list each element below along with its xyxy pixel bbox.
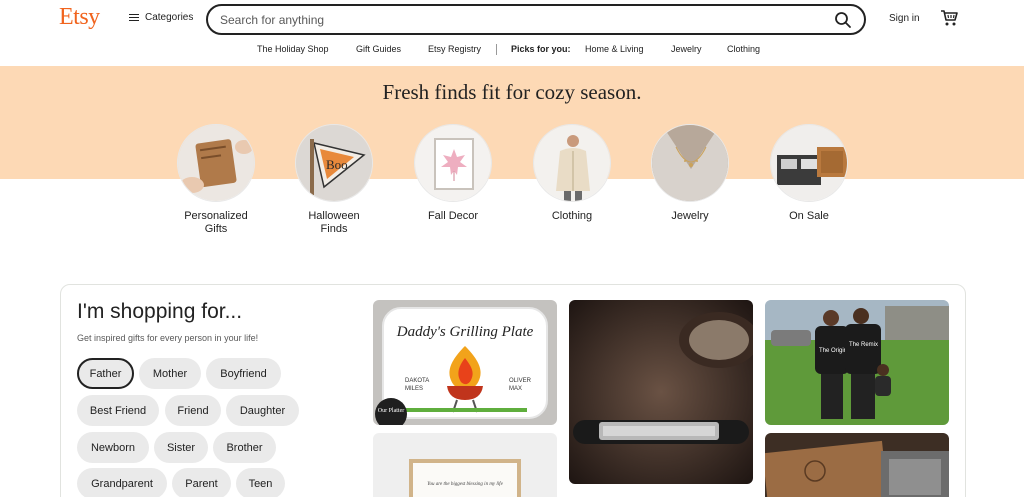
category-image xyxy=(177,124,255,202)
category-fall-decor[interactable]: Fall Decor xyxy=(398,124,508,223)
badge-text: Our Platter xyxy=(378,408,405,414)
chip-daughter[interactable]: Daughter xyxy=(226,395,299,426)
frame-text: You are the biggest blessing in my life xyxy=(427,482,503,487)
nav-etsy-registry[interactable]: Etsy Registry xyxy=(428,44,481,54)
shopping-subtitle: Get inspired gifts for every person in y… xyxy=(77,333,259,343)
top-nav: The Holiday Shop Gift Guides Etsy Regist… xyxy=(0,44,1024,58)
nav-gift-guides[interactable]: Gift Guides xyxy=(356,44,401,54)
banner-title: Fresh finds fit for cozy season. xyxy=(382,80,642,104)
nav-holiday-shop[interactable]: The Holiday Shop xyxy=(257,44,329,54)
name-left-2: MILES xyxy=(405,386,423,392)
category-label: Clothing xyxy=(551,210,593,222)
svg-text:Boo: Boo xyxy=(326,157,348,172)
sign-in-link[interactable]: Sign in xyxy=(889,13,920,24)
nav-clothing[interactable]: Clothing xyxy=(727,44,760,54)
chip-grandparent[interactable]: Grandparent xyxy=(77,468,167,497)
name-left-1: DAKOTA xyxy=(405,378,429,384)
chip-best-friend[interactable]: Best Friend xyxy=(77,395,159,426)
category-image xyxy=(533,124,611,202)
product-matching-shirts[interactable]: The Original The Remix xyxy=(765,300,949,425)
grilling-plate-title: Daddy's Grilling Plate xyxy=(396,324,534,340)
categories-label: Categories xyxy=(145,12,194,23)
hamburger-icon xyxy=(129,13,139,22)
site-header: Etsy Categories Sign in xyxy=(0,0,1024,38)
category-image xyxy=(651,124,729,202)
product-wooden-box[interactable] xyxy=(765,433,949,497)
nav-jewelry[interactable]: Jewelry xyxy=(671,44,702,54)
etsy-logo[interactable]: Etsy xyxy=(59,4,100,31)
product-framed-print[interactable]: You are the biggest blessing in my life xyxy=(373,433,557,497)
chip-sister[interactable]: Sister xyxy=(154,432,208,463)
category-label: On Sale xyxy=(789,210,829,222)
cart-icon[interactable] xyxy=(940,9,958,27)
category-personalized-gifts[interactable]: Personalized Gifts xyxy=(161,124,271,236)
chip-father[interactable]: Father xyxy=(77,358,134,389)
search-icon[interactable] xyxy=(834,11,852,29)
search-input[interactable] xyxy=(220,11,820,29)
shirt-right-text: The Remix xyxy=(849,342,878,348)
chip-teen[interactable]: Teen xyxy=(236,468,285,497)
category-label: Personalized Gifts xyxy=(184,210,248,235)
product-grilling-plate[interactable]: Daddy's Grilling Plate DAKOTA MILES OLIV… xyxy=(373,300,557,425)
chip-mother[interactable]: Mother xyxy=(139,358,201,389)
category-image xyxy=(414,124,492,202)
chip-boyfriend[interactable]: Boyfriend xyxy=(206,358,281,389)
category-image: Boo xyxy=(295,124,373,202)
category-jewelry[interactable]: Jewelry xyxy=(635,124,745,223)
category-label: Fall Decor xyxy=(427,210,479,222)
product-leather-bracelet[interactable] xyxy=(569,300,753,484)
chip-parent[interactable]: Parent xyxy=(172,468,231,497)
chip-newborn[interactable]: Newborn xyxy=(77,432,149,463)
nav-divider xyxy=(496,44,497,55)
name-right-2: MAX xyxy=(509,386,522,392)
category-halloween-finds[interactable]: Boo Halloween Finds xyxy=(279,124,389,236)
nav-home-living[interactable]: Home & Living xyxy=(585,44,644,54)
name-right-1: OLIVER xyxy=(509,378,532,384)
category-label: Halloween Finds xyxy=(308,210,360,235)
category-image xyxy=(770,124,848,202)
category-label: Jewelry xyxy=(671,210,709,222)
search-bar xyxy=(206,4,866,35)
categories-button[interactable]: Categories xyxy=(129,12,193,23)
category-on-sale[interactable]: On Sale xyxy=(754,124,864,223)
chip-brother[interactable]: Brother xyxy=(213,432,276,463)
shopping-title: I'm shopping for... xyxy=(77,300,243,323)
chip-friend[interactable]: Friend xyxy=(165,395,221,426)
category-clothing[interactable]: Clothing xyxy=(517,124,627,223)
picks-label: Picks for you: xyxy=(511,44,571,54)
